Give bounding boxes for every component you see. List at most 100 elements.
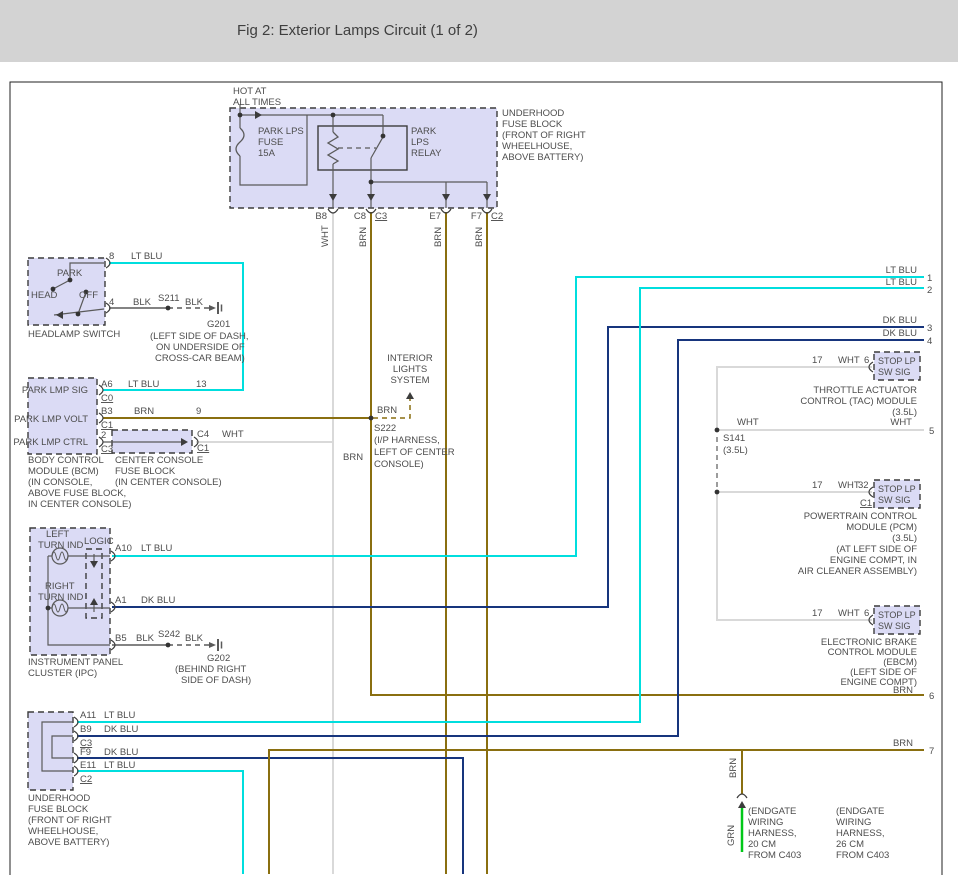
label-brn: BRN bbox=[433, 227, 444, 247]
label-brn: BRN bbox=[343, 452, 363, 463]
label-console-: CONSOLE) bbox=[374, 459, 424, 470]
label-side-of-dash-: SIDE OF DASH) bbox=[181, 675, 251, 686]
label-control-tac-module: CONTROL (TAC) MODULE bbox=[800, 396, 917, 407]
label-17: 17 bbox=[812, 355, 823, 366]
label-blk: BLK bbox=[185, 297, 204, 308]
label-system: SYSTEM bbox=[390, 375, 429, 386]
label-blk: BLK bbox=[136, 633, 155, 644]
label-left-of-center: LEFT OF CENTER bbox=[374, 447, 455, 458]
junction-dot bbox=[166, 643, 171, 648]
label-park-lmp-ctrl: PARK LMP CTRL bbox=[13, 437, 88, 448]
label-park: PARK bbox=[411, 126, 437, 137]
label-26-cm: 26 CM bbox=[836, 839, 864, 850]
label-sw-sig: SW SIG bbox=[878, 495, 911, 505]
label-g202: G202 bbox=[207, 653, 230, 664]
label-32: 32 bbox=[858, 480, 869, 491]
label-c1: C1 bbox=[860, 498, 872, 509]
label-c3: C3 bbox=[375, 211, 387, 222]
label--left-side-of-dash-: (LEFT SIDE OF DASH, bbox=[150, 331, 249, 342]
label-harness-: HARNESS, bbox=[748, 828, 797, 839]
label-underhood: UNDERHOOD bbox=[502, 108, 564, 119]
label-park: PARK bbox=[57, 268, 83, 279]
label-b5: B5 bbox=[115, 633, 127, 644]
label-stop-lp: STOP LP bbox=[878, 356, 916, 366]
label-dk-blu: DK BLU bbox=[104, 747, 138, 758]
label-lt-blu: LT BLU bbox=[141, 543, 172, 554]
label-lt-blu: LT BLU bbox=[131, 251, 162, 262]
label-above-fuse-block-: ABOVE FUSE BLOCK, bbox=[28, 488, 126, 499]
label-f7: F7 bbox=[471, 211, 482, 222]
label--endgate: (ENDGATE bbox=[748, 806, 796, 817]
label-body-control: BODY CONTROL bbox=[28, 455, 104, 466]
label-9: 9 bbox=[196, 406, 201, 417]
label-module-bcm-: MODULE (BCM) bbox=[28, 466, 99, 477]
label-c8: C8 bbox=[354, 211, 366, 222]
label-6: 6 bbox=[864, 608, 869, 619]
label-relay: RELAY bbox=[411, 148, 442, 159]
label-grn: GRN bbox=[726, 825, 737, 846]
label-5: 5 bbox=[929, 426, 934, 437]
label-17: 17 bbox=[812, 480, 823, 491]
label-powertrain-control: POWERTRAIN CONTROL bbox=[804, 511, 917, 522]
wire-ltblu-ipc-a10-wire1 bbox=[112, 277, 924, 556]
connector-bump-icon bbox=[74, 766, 78, 776]
label-brn: BRN bbox=[893, 685, 913, 696]
label--front-of-right: (FRONT OF RIGHT bbox=[502, 130, 586, 141]
label--endgate: (ENDGATE bbox=[836, 806, 884, 817]
label-lt-blu: LT BLU bbox=[886, 265, 917, 276]
label-b9: B9 bbox=[80, 724, 92, 735]
label-wheelhouse-: WHEELHOUSE, bbox=[502, 141, 572, 152]
label--i-p-harness-: (I/P HARNESS, bbox=[374, 435, 440, 446]
label-above-battery-: ABOVE BATTERY) bbox=[28, 837, 109, 848]
label-b8: B8 bbox=[315, 211, 327, 222]
label-s141: S141 bbox=[723, 433, 745, 444]
label-blk: BLK bbox=[185, 633, 204, 644]
label-20-cm: 20 CM bbox=[748, 839, 776, 850]
junction-dot bbox=[331, 113, 336, 118]
label-brn: BRN bbox=[358, 227, 369, 247]
label-park-lps: PARK LPS bbox=[258, 126, 304, 137]
connector-bump-icon bbox=[737, 794, 747, 798]
label-stop-lp: STOP LP bbox=[878, 484, 916, 494]
label--in-center-console-: (IN CENTER CONSOLE) bbox=[115, 477, 222, 488]
label--3-5l-: (3.5L) bbox=[892, 533, 917, 544]
g202-ground-icon bbox=[209, 642, 216, 648]
label-wht: WHT bbox=[838, 480, 860, 491]
label-underhood: UNDERHOOD bbox=[28, 793, 90, 804]
connector-bump-icon bbox=[328, 209, 338, 213]
label-lps: LPS bbox=[411, 137, 429, 148]
label-off: OFF bbox=[79, 290, 98, 301]
label-s242: S242 bbox=[158, 629, 180, 640]
label-8: 8 bbox=[109, 251, 114, 262]
label-on-underside-of: ON UNDERSIDE OF bbox=[156, 342, 245, 353]
label-in-center-console-: IN CENTER CONSOLE) bbox=[28, 499, 131, 510]
connector-bump-icon bbox=[74, 753, 78, 763]
label-interior: INTERIOR bbox=[387, 353, 433, 364]
label-dk-blu: DK BLU bbox=[883, 328, 917, 339]
label-c2: C2 bbox=[80, 774, 92, 785]
label-harness-: HARNESS, bbox=[836, 828, 885, 839]
label-wht: WHT bbox=[890, 417, 912, 428]
label-brn: BRN bbox=[134, 406, 154, 417]
label-lt-blu: LT BLU bbox=[128, 379, 159, 390]
label-hot-at: HOT AT bbox=[233, 86, 267, 97]
label-dk-blu: DK BLU bbox=[883, 315, 917, 326]
label-cross-car-beam-: CROSS-CAR BEAM) bbox=[155, 353, 245, 364]
label-s222: S222 bbox=[374, 423, 396, 434]
label-wheelhouse-: WHEELHOUSE, bbox=[28, 826, 98, 837]
label-fuse: FUSE bbox=[258, 137, 283, 148]
label-throttle-actuator: THROTTLE ACTUATOR bbox=[813, 385, 917, 396]
label-left: LEFT bbox=[46, 529, 69, 540]
label-6: 6 bbox=[929, 691, 934, 702]
label-brn: BRN bbox=[728, 758, 739, 778]
label-fuse-block: FUSE BLOCK bbox=[28, 804, 89, 815]
label--in-console-: (IN CONSOLE, bbox=[28, 477, 92, 488]
label-dk-blu: DK BLU bbox=[104, 724, 138, 735]
label-a1: A1 bbox=[115, 595, 127, 606]
arrow-up-icon bbox=[406, 392, 414, 399]
junction-dot bbox=[715, 490, 720, 495]
label-wht: WHT bbox=[838, 608, 860, 619]
junction-dot bbox=[76, 312, 81, 317]
underhood-fuse-block-bottom bbox=[28, 712, 73, 790]
label-head: HEAD bbox=[31, 290, 58, 301]
